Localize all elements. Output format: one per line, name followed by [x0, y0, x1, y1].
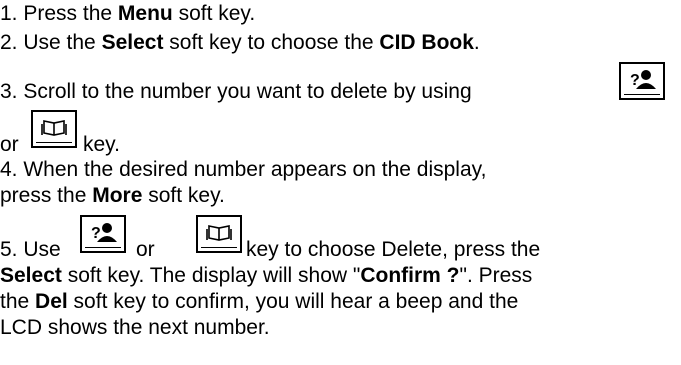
step-text: soft key to choose the: [163, 31, 380, 54]
step-text: LCD shows the next number.: [0, 316, 270, 339]
step-3: 3. Scroll to the number you want to dele…: [0, 78, 472, 105]
phonebook-key-icon: [196, 215, 242, 253]
del-key-label: Del: [35, 290, 68, 313]
step-5-line-4: LCD shows the next number.: [0, 314, 270, 341]
cid-book-label: CID Book: [379, 31, 474, 54]
step-number: 5.: [0, 238, 24, 261]
step-4-line-2: press the More soft key.: [0, 182, 225, 209]
step-text: 4. When the desired number appears on th…: [0, 158, 487, 181]
step-text: soft key. The display will show ": [61, 264, 361, 287]
step-5-line-3: the Del soft key to confirm, you will he…: [0, 288, 518, 315]
step-text: or: [0, 133, 19, 156]
svg-text:?: ?: [630, 72, 640, 89]
select-key-label: Select: [101, 31, 164, 54]
caller-id-key-icon: ?: [619, 62, 665, 100]
step-text: key to choose Delete, press the: [246, 238, 541, 261]
step-text: Use the: [23, 31, 102, 54]
step-5-line-1: 5. Use: [0, 236, 61, 263]
step-5-line-2: Select soft key. The display will show "…: [0, 262, 532, 289]
step-text: ". Press: [459, 264, 533, 287]
step-text: press the: [0, 184, 93, 207]
step-2: 2. Use the Select soft key to choose the…: [0, 29, 480, 56]
step-text: soft key.: [172, 2, 256, 25]
step-5-or: or: [136, 236, 155, 263]
step-5-after-keys: key to choose Delete, press the: [246, 236, 540, 263]
step-text: .: [473, 31, 480, 54]
step-text: soft key.: [142, 184, 225, 207]
step-text: soft key to confirm, you will hear a bee…: [67, 290, 519, 313]
phonebook-key-icon: [31, 110, 77, 148]
step-3-cont: or: [0, 131, 19, 158]
step-1: 1. Press the Menu soft key.: [0, 0, 255, 27]
select-key-label: Select: [0, 264, 62, 287]
step-text: the: [0, 290, 36, 313]
step-number: 2.: [0, 31, 24, 54]
step-text: or: [136, 238, 155, 261]
step-4-line-1: 4. When the desired number appears on th…: [0, 156, 486, 183]
step-number: 1.: [0, 2, 24, 25]
more-key-label: More: [92, 184, 143, 207]
step-text: Scroll to the number you want to delete …: [23, 80, 472, 103]
svg-text:?: ?: [91, 225, 101, 242]
step-text: Press the: [23, 2, 118, 25]
step-text: Use: [23, 238, 61, 261]
confirm-label: Confirm ?: [360, 264, 460, 287]
step-3-suffix: key.: [83, 131, 120, 158]
step-number: 3.: [0, 80, 24, 103]
caller-id-key-icon: ?: [80, 215, 126, 253]
step-text: key.: [83, 133, 120, 156]
menu-key-label: Menu: [117, 2, 173, 25]
